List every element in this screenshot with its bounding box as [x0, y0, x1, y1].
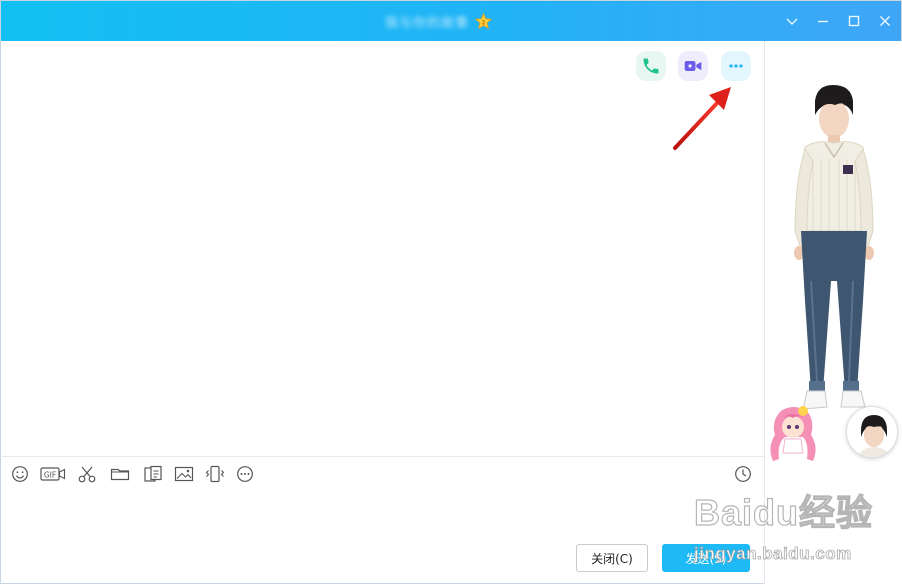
gif-icon[interactable]: GIF — [40, 464, 66, 484]
close-button[interactable]: 关闭(C) — [576, 544, 648, 572]
minimize-icon[interactable] — [813, 11, 833, 31]
history-clock-icon[interactable] — [733, 464, 753, 484]
title-group: 我与你的故事 2 — [385, 10, 493, 32]
voice-call-button[interactable] — [636, 51, 666, 81]
more-options-button[interactable] — [721, 51, 751, 81]
window-title: 我与你的故事 — [385, 14, 470, 30]
send-button[interactable]: 发送(S) — [662, 544, 750, 572]
ellipsis-icon — [729, 64, 743, 68]
chevron-down-icon[interactable] — [782, 11, 802, 31]
close-icon[interactable] — [875, 11, 895, 31]
anime-girl-pendant — [770, 406, 816, 461]
video-call-button[interactable] — [678, 51, 708, 81]
shake-icon[interactable] — [204, 464, 226, 484]
video-camera-icon — [684, 61, 702, 71]
doc-transfer-icon[interactable] — [142, 464, 164, 484]
message-area[interactable] — [2, 41, 763, 456]
title-bar[interactable]: 我与你的故事 2 — [1, 1, 901, 41]
chat-window: 我与你的故事 2 GIF 关闭(C) 发送(S) — [0, 0, 902, 584]
phone-icon — [643, 58, 659, 74]
star-badge-icon: 2 — [475, 12, 493, 29]
maximize-icon[interactable] — [844, 11, 864, 31]
more-icon[interactable] — [235, 464, 255, 484]
scissors-icon[interactable] — [76, 464, 98, 484]
input-toolbar: GIF — [2, 457, 764, 491]
message-input[interactable] — [2, 491, 764, 541]
friend-show-panel — [765, 41, 902, 584]
folder-icon[interactable] — [109, 464, 131, 484]
friend-avatar[interactable] — [846, 406, 898, 458]
image-icon[interactable] — [173, 464, 195, 484]
svg-text:2: 2 — [481, 19, 485, 26]
gif-label: GIF — [44, 471, 56, 480]
emoji-icon[interactable] — [10, 464, 30, 484]
annotation-arrow-icon — [673, 87, 731, 150]
